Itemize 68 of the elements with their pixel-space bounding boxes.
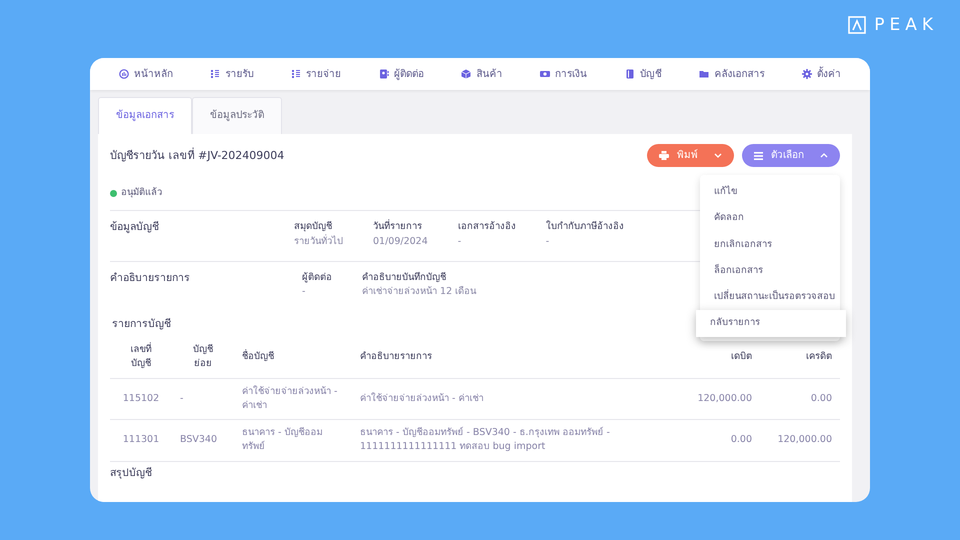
column-header: เครดิต [760, 341, 840, 378]
column-header: บัญชี ย่อย [172, 341, 234, 378]
money-icon [540, 69, 550, 79]
section-heading: รายการบัญชี [112, 317, 171, 332]
nav-link[interactable]: รายรับ [210, 66, 254, 82]
home-icon [118, 69, 129, 79]
field-label: เอกสารอ้างอิง [458, 220, 516, 234]
menu-item[interactable]: คัดลอก [700, 205, 840, 232]
field-label: ใบกำกับภาษีอ้างอิง [546, 220, 624, 234]
table-cell: 115102 [110, 378, 172, 420]
list-icon [210, 69, 220, 79]
nav-link[interactable]: ตั้งค่า [802, 66, 842, 82]
field-label: วันที่รายการ [373, 220, 423, 234]
table-cell: 120,000.00 [760, 420, 840, 461]
table-cell: ธนาคาร - บัญชีออมทรัพย์ - BSV340 - ธ.กรุงเทพ ออมทรัพย์ - 1111111111111111 ทดสอบ bug import [352, 420, 670, 461]
chevron-up-icon [820, 153, 828, 158]
book-icon [624, 69, 635, 79]
box-icon [461, 69, 472, 79]
table-cell: ค่าใช้จ่ายจ่ายล่วงหน้า - ค่าเช่า [234, 378, 352, 420]
nav-link[interactable]: คลังเอกสาร [699, 66, 764, 82]
column-header: คำอธิบายรายการ [352, 341, 670, 378]
nav-link[interactable]: การเงิน [540, 66, 588, 82]
field-label: ผู้ติดต่อ [302, 270, 332, 285]
list-icon [291, 69, 302, 79]
field-value: - [458, 234, 462, 248]
contact-book-icon [378, 69, 389, 79]
menu-item[interactable]: กลับรายการ [696, 310, 846, 336]
table-cell: - [172, 378, 234, 420]
menu-item[interactable]: ล็อกเอกสาร [700, 258, 840, 284]
column-header: เดบิต [670, 341, 760, 378]
chevron-down-icon [714, 153, 722, 158]
table-cell: 120,000.00 [670, 378, 760, 420]
field-value: - [302, 285, 306, 299]
nav-link[interactable]: ผู้ติดต่อ [378, 66, 424, 82]
brand-name: PEAK [874, 16, 938, 34]
nav-link[interactable]: บัญชี [624, 66, 662, 82]
logo-icon [848, 16, 866, 34]
column-header: เลขที่ บัญชี [110, 341, 172, 378]
nav-link[interactable]: หน้าหลัก [118, 66, 173, 82]
field-label: สมุดบัญชี [294, 220, 333, 234]
menu-item[interactable]: ยกเลิกเอกสาร [700, 232, 840, 258]
section-heading: สรุปบัญชี [110, 466, 152, 481]
printer-icon [659, 151, 669, 160]
menu-item[interactable]: แก้ไข [700, 179, 840, 206]
status-label: อนุมัติแล้ว [121, 186, 162, 200]
table-cell: 0.00 [670, 420, 760, 461]
section-heading: ข้อมูลบัญชี [110, 220, 160, 236]
section-heading: คำอธิบายรายการ [110, 270, 191, 286]
table-cell: 0.00 [760, 378, 840, 420]
table-cell: ธนาคาร - บัญชีออมทรัพย์ [234, 420, 352, 461]
nav-link[interactable]: รายจ่าย [291, 66, 342, 82]
field-value: 01/09/2024 [373, 234, 428, 248]
folder-icon [699, 69, 710, 79]
document-tab[interactable]: ข้อมูลประวัติ [192, 97, 282, 134]
menu-icon [754, 152, 763, 160]
table-cell: 111301 [110, 420, 172, 461]
field-value: ค่าเช่าจ่ายล่วงหน้า 12 เดือน [362, 285, 476, 299]
table-cell: BSV340 [172, 420, 234, 461]
field-label: คำอธิบายบันทึกบัญชี [362, 270, 447, 285]
table-cell: ค่าใช้จ่ายจ่ายล่วงหน้า - ค่าเช่า [352, 378, 670, 420]
column-header: ชื่อบัญชี [234, 341, 352, 378]
field-value: รายวันทั่วไป [294, 234, 343, 248]
menu-item[interactable]: เปลี่ยนสถานะเป็นรอตรวจสอบ [700, 284, 840, 310]
document-title: บัญชีรายวัน เลขที่ #JV-202409004 [110, 148, 284, 164]
nav-link[interactable]: สินค้า [461, 66, 502, 82]
gear-icon [802, 69, 812, 79]
field-value: - [546, 234, 550, 248]
document-tab[interactable]: ข้อมูลเอกสาร [98, 97, 192, 134]
